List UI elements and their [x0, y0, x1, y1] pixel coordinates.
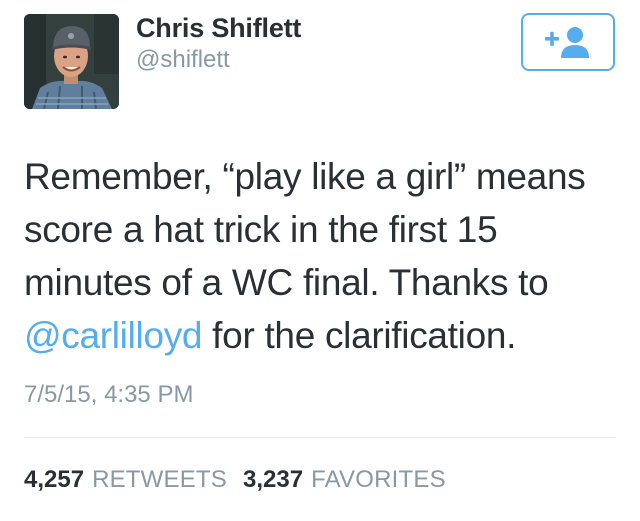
mention-link[interactable]: @carlilloyd: [24, 315, 203, 356]
tweet-stats: 4,257 RETWEETS 3,237 FAVORITES: [24, 466, 462, 494]
user-display-name[interactable]: Chris Shiflett: [136, 13, 301, 44]
favorites-label: FAVORITES: [311, 466, 446, 493]
tweet-detail: Chris Shiflett @shiflett Remember, “play…: [0, 0, 640, 521]
favorites-count: 3,237: [243, 466, 304, 493]
tweet-text: Remember, “play like a girl” means score…: [24, 150, 624, 362]
follow-user-plus-icon: [545, 27, 589, 58]
tweet-text-part: for the clarification.: [202, 315, 517, 356]
tweet-timestamp[interactable]: 7/5/15, 4:35 PM: [24, 381, 193, 409]
avatar-photo: [24, 14, 119, 109]
follow-button[interactable]: [521, 13, 615, 71]
favorites-stat[interactable]: 3,237 FAVORITES: [243, 466, 446, 494]
divider: [24, 437, 616, 438]
retweets-count: 4,257: [24, 466, 85, 493]
retweets-stat[interactable]: 4,257 RETWEETS: [24, 466, 227, 494]
user-handle[interactable]: @shiflett: [136, 46, 230, 74]
retweets-label: RETWEETS: [92, 466, 227, 493]
avatar[interactable]: [24, 14, 119, 109]
tweet-text-part: Remember, “play like a girl” means score…: [24, 156, 586, 303]
